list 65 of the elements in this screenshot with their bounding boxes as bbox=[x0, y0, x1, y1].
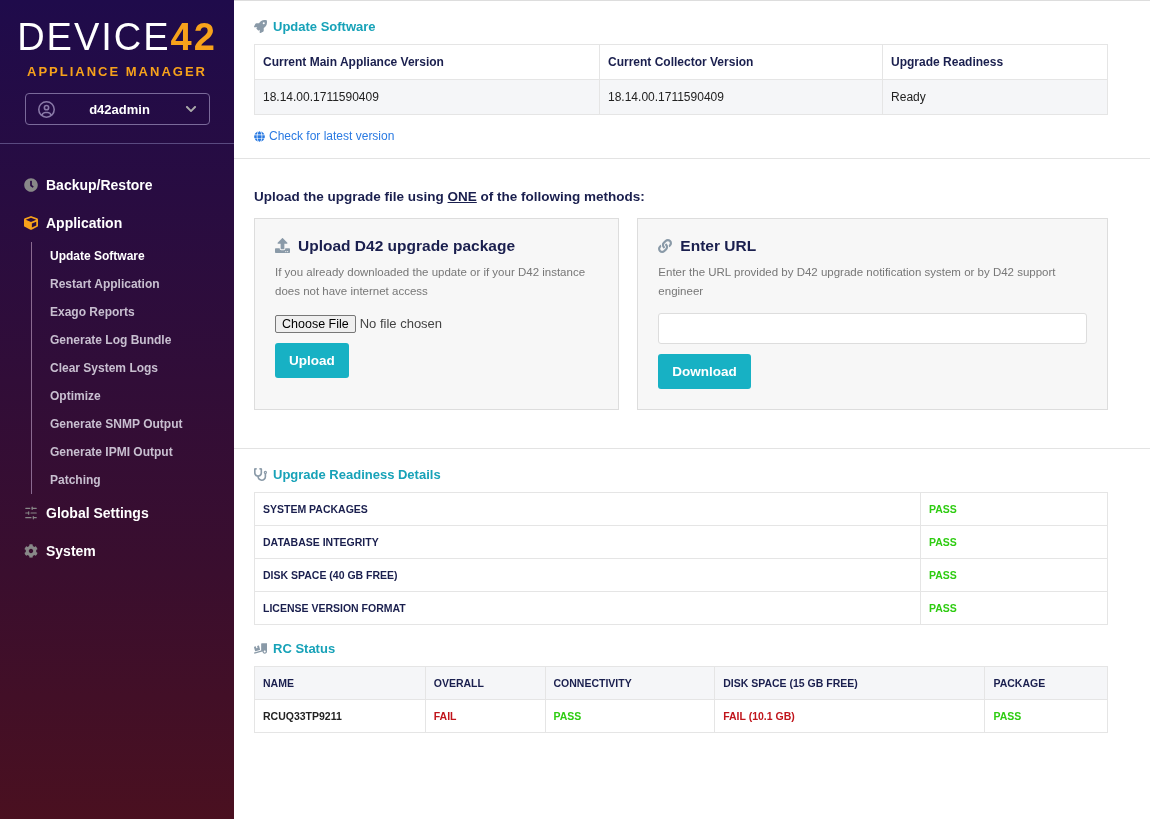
table-cell: DISK SPACE (40 GB FREE) bbox=[254, 558, 921, 591]
column-header: CONNECTIVITY bbox=[545, 666, 715, 699]
table-cell: LICENSE VERSION FORMAT bbox=[254, 591, 921, 624]
card-title: Enter URL bbox=[680, 236, 757, 255]
user-dropdown[interactable]: d42admin bbox=[24, 93, 210, 125]
nav-item[interactable]: System bbox=[24, 532, 234, 570]
status-cell: PASS bbox=[920, 525, 1108, 558]
nav-item[interactable]: Application bbox=[24, 204, 234, 242]
url-input[interactable] bbox=[658, 312, 1087, 344]
user-icon bbox=[37, 100, 55, 118]
status-cell: PASS bbox=[920, 558, 1108, 591]
section-title: RC Status bbox=[273, 640, 336, 656]
column-header: NAME bbox=[254, 666, 426, 699]
table-cell: 18.14.00.1711590409 bbox=[254, 79, 600, 115]
column-header: DISK SPACE (15 GB FREE) bbox=[714, 666, 985, 699]
column-header: Upgrade Readiness bbox=[882, 44, 1108, 80]
nav-subitem[interactable]: Generate SNMP Output bbox=[50, 410, 234, 438]
chevron-icon bbox=[184, 103, 197, 115]
nav-subitem[interactable]: Update Software bbox=[50, 242, 234, 270]
nav-item[interactable]: Backup/Restore bbox=[24, 166, 234, 204]
logo-number: 42 bbox=[170, 16, 217, 58]
status-cell: PASS bbox=[920, 591, 1108, 624]
status-cell: PASS bbox=[920, 492, 1108, 525]
sliders-icon bbox=[24, 506, 38, 520]
upload-icon bbox=[275, 238, 290, 253]
logo-subtitle: APPLIANCE MANAGER bbox=[27, 64, 207, 79]
table-cell: DATABASE INTEGRITY bbox=[254, 525, 921, 558]
status-cell: PASS bbox=[984, 699, 1108, 732]
instruction-text: Upload the upgrade file using ONE of the following methods: bbox=[254, 188, 646, 204]
column-header: Current Collector Version bbox=[599, 44, 883, 80]
column-header: Current Main Appliance Version bbox=[254, 44, 600, 80]
card-description: Enter the URL provided by D42 upgrade notification system or by D42 support engineer bbox=[658, 264, 1057, 299]
file-status: No file chosen bbox=[359, 316, 443, 331]
status-cell: FAIL (10.1 GB) bbox=[714, 699, 985, 732]
stethoscope-icon bbox=[254, 467, 267, 481]
rocket-icon bbox=[254, 20, 267, 33]
nav-subitem[interactable]: Exago Reports bbox=[50, 298, 234, 326]
nav-subitem[interactable]: Generate Log Bundle bbox=[50, 326, 234, 354]
cube-icon bbox=[24, 216, 38, 230]
column-header: PACKAGE bbox=[984, 666, 1108, 699]
logo-word: DEVICE bbox=[17, 16, 171, 58]
nav-subitem[interactable]: Optimize bbox=[50, 382, 234, 410]
table-cell: SYSTEM PACKAGES bbox=[254, 492, 921, 525]
table-cell: RCUQ33TP9211 bbox=[254, 699, 426, 732]
nav-subitem[interactable]: Clear System Logs bbox=[50, 354, 234, 382]
card-title: Upload D42 upgrade package bbox=[298, 236, 516, 255]
section-title: Upgrade Readiness Details bbox=[273, 466, 441, 482]
nav-subitem[interactable]: Restart Application bbox=[50, 270, 234, 298]
table-cell: Ready bbox=[882, 79, 1108, 115]
link-icon bbox=[658, 238, 673, 253]
truck-icon bbox=[254, 641, 267, 655]
status-cell: PASS bbox=[545, 699, 715, 732]
check-version-link[interactable]: Check for latest version bbox=[254, 129, 395, 143]
nav-subitem[interactable]: Generate IPMI Output bbox=[50, 438, 234, 466]
column-header: OVERALL bbox=[425, 666, 546, 699]
choose-file-button[interactable]: Choose File bbox=[275, 314, 356, 333]
globe-icon bbox=[254, 130, 265, 142]
section-title: Update Software bbox=[273, 19, 376, 34]
nav-subitem[interactable]: Patching bbox=[50, 466, 234, 494]
gear-icon bbox=[24, 544, 38, 558]
status-cell: FAIL bbox=[425, 699, 546, 732]
clock-icon bbox=[24, 178, 38, 192]
nav-item[interactable]: Global Settings bbox=[24, 494, 234, 532]
table-cell: 18.14.00.1711590409 bbox=[599, 79, 883, 115]
card-description: If you already downloaded the update or if your D42 instance does not have internet access bbox=[275, 264, 587, 299]
